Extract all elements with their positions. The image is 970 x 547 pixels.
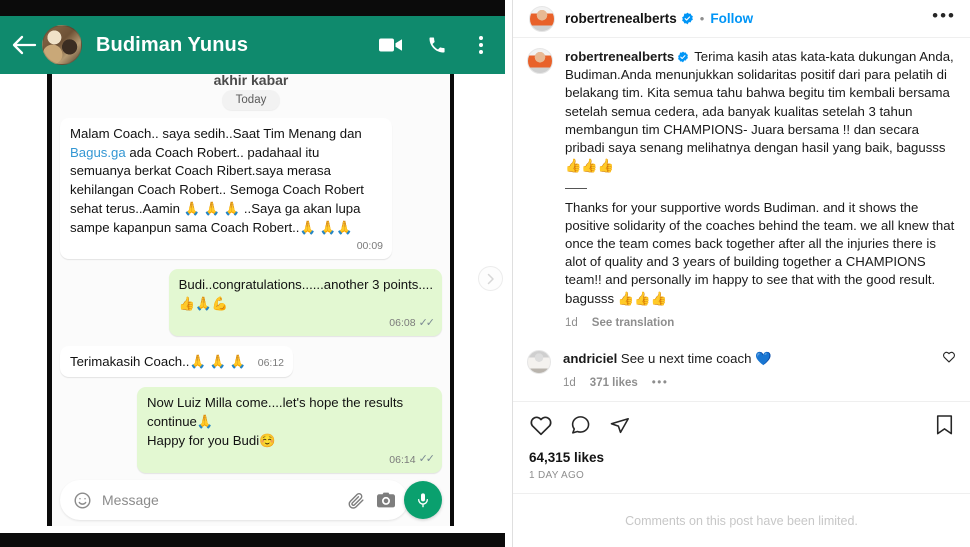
cut-off-previous-message: akhir kabar: [213, 74, 289, 86]
comment-content: andriciel See u next time coach 💙 1d 371…: [563, 350, 930, 392]
timestamp-text: 06:08: [389, 317, 416, 330]
post-timestamp: 1 DAY AGO: [529, 470, 585, 481]
phone-frame-right-edge: [450, 74, 454, 526]
profile-avatar[interactable]: [529, 5, 555, 32]
verified-badge-icon: [677, 50, 690, 63]
heart-outline-icon[interactable]: [529, 414, 553, 439]
message-input-pill[interactable]: Message: [60, 480, 408, 520]
read-receipt-icon: ✓✓: [418, 316, 436, 329]
comments-limited-notice: Comments on this post have been limited.: [513, 493, 970, 547]
whatsapp-chat-area: akhir kabar Today Malam Coach.. saya sed…: [52, 74, 450, 526]
paper-plane-icon[interactable]: [608, 414, 631, 439]
outgoing-message-bubble[interactable]: Now Luiz Milla come....let's hope the re…: [137, 387, 442, 473]
timestamp-text: 06:12: [257, 357, 285, 370]
message-link[interactable]: Bagus.ga: [70, 145, 126, 160]
bookmark-icon[interactable]: [935, 414, 954, 439]
comment-age: 1d: [563, 376, 576, 389]
phone-icon[interactable]: [425, 33, 449, 57]
read-receipt-icon: ✓✓: [418, 453, 436, 466]
message-list: Malam Coach.. saya sedih..Saat Tim Menan…: [52, 118, 450, 473]
ellipsis-icon[interactable]: •••: [932, 7, 956, 26]
camera-icon[interactable]: [376, 490, 396, 510]
ellipsis-icon[interactable]: •••: [652, 376, 669, 392]
verified-badge-icon: [681, 12, 694, 25]
contact-avatar[interactable]: [42, 25, 82, 65]
back-arrow-icon[interactable]: [10, 31, 38, 59]
chevron-right-icon[interactable]: [478, 266, 503, 291]
message-timestamp: 06:12: [258, 356, 284, 371]
message-text: Malam Coach.. saya sedih..Saat Tim Menan…: [70, 125, 383, 237]
whatsapp-input-bar: Message: [60, 480, 442, 520]
commenter-username[interactable]: andriciel: [563, 351, 617, 366]
action-icons: [529, 414, 954, 439]
kebab-menu-icon[interactable]: [471, 36, 491, 54]
timestamp-text: 06:14: [389, 453, 416, 466]
caption-username[interactable]: robertrenealberts: [565, 49, 674, 64]
caption-text-indonesian: Terima kasih atas kata-kata dukungan And…: [565, 49, 954, 174]
message-row: Now Luiz Milla come....let's hope the re…: [60, 387, 442, 473]
whatsapp-screenshot-panel: Budiman Yunus akhir kabar Today Malam Co…: [0, 0, 512, 547]
message-row: Budi..congratulations......another 3 poi…: [60, 269, 442, 337]
translation-divider: [565, 187, 587, 189]
message-timestamp: 06:14 ✓✓: [389, 452, 436, 468]
message-text: Budi..congratulations......another 3 poi…: [178, 277, 433, 312]
screenshot-root: Budiman Yunus akhir kabar Today Malam Co…: [0, 0, 970, 547]
incoming-message-bubble[interactable]: Terimakasih Coach..🙏 🙏 🙏 06:12: [60, 346, 294, 378]
whatsapp-header-actions: [379, 33, 491, 57]
message-timestamp: 06:08 ✓✓: [389, 316, 436, 332]
instagram-post-panel: robertrenealberts • Follow ••• robertren…: [512, 0, 970, 547]
day-divider: Today: [222, 90, 280, 110]
video-camera-icon[interactable]: [379, 33, 403, 57]
comment-likes[interactable]: 371 likes: [590, 376, 638, 392]
whatsapp-header: Budiman Yunus: [0, 16, 505, 74]
message-row: Malam Coach.. saya sedih..Saat Tim Menan…: [60, 118, 442, 260]
incoming-message-bubble[interactable]: Malam Coach.. saya sedih..Saat Tim Menan…: [60, 118, 392, 260]
caption-meta-row: 1d See translation: [565, 316, 956, 332]
comment-text: See u next time coach 💙: [620, 350, 772, 366]
outgoing-message-bubble[interactable]: Budi..congratulations......another 3 poi…: [168, 269, 442, 337]
caption-content: robertrenealberts Terima kasih atas kata…: [565, 48, 956, 332]
likes-count[interactable]: 64,315 likes: [529, 450, 954, 465]
post-author-username[interactable]: robertrenealberts: [565, 11, 677, 26]
message-input-placeholder[interactable]: Message: [102, 492, 336, 508]
caption-age: 1d: [565, 316, 578, 329]
instagram-action-bar: 64,315 likes 1 DAY AGO: [513, 401, 970, 491]
comment-meta-row: 1d 371 likes •••: [563, 376, 930, 392]
comment-bubble-icon[interactable]: [569, 414, 592, 439]
see-translation-button[interactable]: See translation: [592, 316, 674, 332]
message-text-part-1: Malam Coach.. saya sedih..Saat Tim Menan…: [70, 126, 366, 141]
message-text: Now Luiz Milla come....let's hope the re…: [147, 395, 404, 448]
follow-button[interactable]: Follow: [710, 11, 753, 26]
post-caption: robertrenealberts Terima kasih atas kata…: [527, 48, 956, 332]
contact-name: Budiman Yunus: [96, 33, 249, 56]
phone-status-bar-strip: [0, 0, 505, 16]
heart-outline-icon[interactable]: [942, 350, 956, 364]
caption-text-english: Thanks for your supportive words Budiman…: [565, 199, 955, 306]
phone-frame-left-edge: [47, 74, 52, 526]
instagram-comments-body: robertrenealberts Terima kasih atas kata…: [513, 38, 970, 392]
message-timestamp: 00:09: [357, 239, 383, 254]
comment-item: andriciel See u next time coach 💙 1d 371…: [527, 349, 956, 392]
paperclip-icon[interactable]: [346, 490, 366, 510]
header-separator-dot: •: [699, 11, 705, 26]
message-row: Terimakasih Coach..🙏 🙏 🙏 06:12: [60, 346, 442, 378]
phone-bottom-strip: [0, 533, 505, 547]
timestamp-text: 00:09: [356, 240, 383, 253]
emoji-smiley-icon[interactable]: [72, 490, 92, 510]
commenter-avatar[interactable]: [527, 349, 551, 374]
instagram-post-header: robertrenealberts • Follow •••: [513, 0, 970, 38]
caption-avatar[interactable]: [527, 48, 553, 74]
message-text: Terimakasih Coach..🙏 🙏 🙏: [70, 354, 247, 370]
microphone-icon[interactable]: [404, 481, 442, 519]
